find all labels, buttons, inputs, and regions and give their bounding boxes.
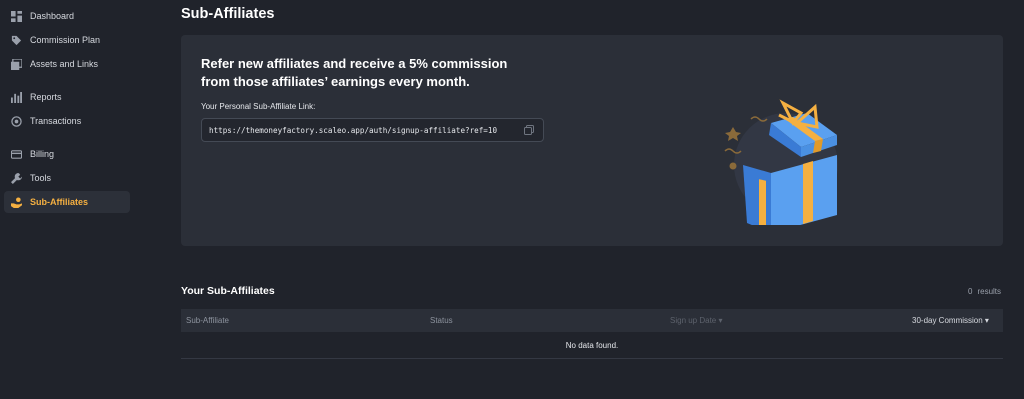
sidebar-item-billing[interactable]: Billing [4, 143, 130, 165]
sidebar-item-tools[interactable]: Tools [4, 167, 130, 189]
column-sign-up-date[interactable]: Sign up Date ▾ [670, 316, 723, 325]
wrench-icon [10, 172, 22, 184]
referral-headline: Refer new affiliates and receive a 5% co… [201, 55, 561, 91]
sidebar-item-label: Commission Plan [30, 35, 101, 45]
card-icon [10, 148, 22, 160]
table-header: Sub-Affiliate Status Sign up Date ▾ 30-d… [181, 309, 1003, 332]
sidebar-item-label: Tools [30, 173, 52, 183]
results-label: results [977, 287, 1002, 296]
dashboard-icon [10, 10, 22, 22]
transactions-icon [10, 115, 22, 127]
column-30-day-commission[interactable]: 30-day Commission ▾ [912, 316, 989, 325]
headline-line-1: Refer new affiliates and receive a 5% co… [201, 56, 508, 71]
sidebar-item-assets-and-links[interactable]: Assets and Links [4, 53, 130, 75]
sidebar: Dashboard Commission Plan Assets and Lin… [0, 0, 135, 399]
assets-icon [10, 58, 22, 70]
bar-chart-icon [10, 91, 22, 103]
sidebar-item-reports[interactable]: Reports [4, 86, 130, 108]
headline-line-2: from those affiliates’ earnings every mo… [201, 74, 470, 89]
sidebar-item-commission-plan[interactable]: Commission Plan [4, 29, 130, 51]
results-count: 0 results [968, 287, 1001, 296]
copy-icon[interactable] [524, 125, 534, 135]
empty-table-message: No data found. [181, 332, 1003, 359]
sidebar-item-label: Transactions [30, 116, 82, 126]
referral-card: Refer new affiliates and receive a 5% co… [181, 35, 1003, 246]
sidebar-item-dashboard[interactable]: Dashboard [4, 5, 130, 27]
hand-coins-icon [10, 196, 22, 208]
sidebar-item-label: Billing [30, 149, 55, 159]
column-status[interactable]: Status [430, 316, 453, 325]
sidebar-item-label: Dashboard [30, 11, 75, 21]
gift-box-illustration [711, 65, 871, 241]
referral-link-value[interactable]: https://themoneyfactory.scaleo.app/auth/… [209, 126, 497, 135]
sidebar-item-label: Sub-Affiliates [30, 197, 89, 207]
page-title: Sub-Affiliates [181, 6, 275, 22]
referral-link-field[interactable]: https://themoneyfactory.scaleo.app/auth/… [201, 118, 544, 142]
column-sub-affiliate[interactable]: Sub-Affiliate [186, 316, 229, 325]
sidebar-item-transactions[interactable]: Transactions [4, 110, 130, 132]
tag-icon [10, 34, 22, 46]
sidebar-item-sub-affiliates[interactable]: Sub-Affiliates [4, 191, 130, 213]
results-number: 0 [968, 287, 973, 296]
sidebar-item-label: Assets and Links [30, 59, 99, 69]
sidebar-item-label: Reports [30, 92, 62, 102]
link-label: Your Personal Sub-Affiliate Link: [201, 102, 316, 111]
sub-affiliates-section-title: Your Sub-Affiliates [181, 285, 275, 297]
